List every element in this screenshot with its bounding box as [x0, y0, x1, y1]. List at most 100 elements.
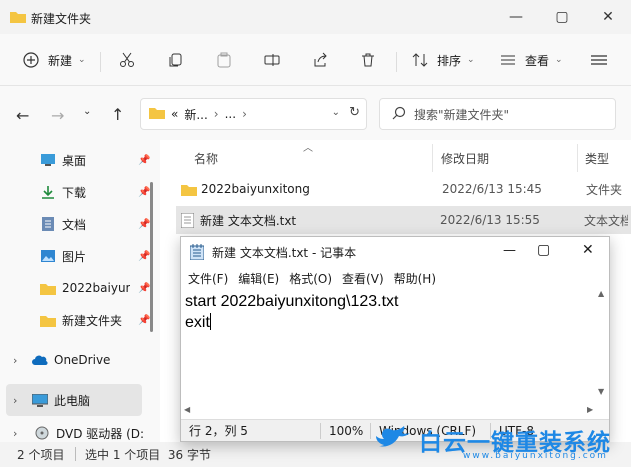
- file-name: 2022baiyunxitong: [201, 182, 310, 196]
- rename-button[interactable]: [261, 46, 283, 74]
- scroll-left-arrow[interactable]: ◀: [184, 405, 190, 414]
- sidebar-item-documents[interactable]: 文档 📌: [0, 208, 160, 240]
- scissors-icon: [116, 49, 138, 71]
- rename-icon: [261, 49, 283, 71]
- cursor-position: 行 2，列 5: [181, 422, 321, 439]
- zoom-level: 100%: [321, 422, 371, 439]
- sidebar-item-2022baiyun[interactable]: 2022baiyun 📌: [0, 272, 160, 304]
- close-button[interactable]: ✕: [585, 0, 631, 34]
- folder-icon: [40, 280, 56, 296]
- text-file-icon: [181, 212, 194, 228]
- notepad-window: 新建 文本文档.txt - 记事本 — ▢ ✕ 文件(F) 编辑(E) 格式(O…: [180, 236, 610, 442]
- sidebar-item-onedrive[interactable]: › OneDrive: [0, 344, 160, 376]
- column-header-name[interactable]: 名称: [194, 150, 218, 167]
- folder-icon: [149, 106, 165, 122]
- download-icon: [40, 184, 56, 200]
- notepad-text-area[interactable]: start 2022baiyunxitong\123.txt exit: [184, 289, 596, 409]
- search-icon: [392, 106, 406, 123]
- table-row-selected[interactable]: 新建 文本文档.txt 2022/6/13 15:55 文本文档: [176, 206, 631, 234]
- breadcrumb-separator: ›: [213, 107, 219, 121]
- chevron-down-icon: ⌄: [467, 55, 475, 65]
- scroll-up-arrow[interactable]: ▲: [598, 289, 604, 298]
- share-icon: [309, 49, 331, 71]
- paste-icon: [213, 49, 235, 71]
- back-arrow-icon[interactable]: ←: [16, 106, 29, 125]
- pin-icon: 📌: [138, 154, 151, 166]
- view-icon: [497, 49, 519, 71]
- search-box[interactable]: 搜索"新建文件夹": [379, 98, 616, 130]
- refresh-icon[interactable]: ↻: [349, 105, 360, 120]
- pin-icon: 📌: [138, 218, 151, 230]
- sidebar-item-label: 文档: [62, 217, 87, 232]
- search-input[interactable]: 搜索"新建文件夹": [414, 106, 509, 123]
- pin-icon: 📌: [138, 186, 151, 198]
- column-divider[interactable]: [432, 144, 433, 172]
- sidebar-item-label: 2022baiyun: [62, 281, 130, 295]
- view-button[interactable]: 查看 ⌄: [497, 46, 563, 74]
- notepad-title-bar: 新建 文本文档.txt - 记事本 — ▢ ✕: [181, 237, 609, 267]
- maximize-button[interactable]: ▢: [539, 0, 585, 34]
- sort-up-icon: ︿: [303, 143, 313, 154]
- menu-file[interactable]: 文件(F): [188, 270, 228, 287]
- title-bar: 新建文件夹 — ▢ ✕: [0, 0, 631, 34]
- share-button[interactable]: [309, 46, 331, 74]
- notepad-icon: [190, 244, 204, 260]
- sidebar-item-thispc[interactable]: › 此电脑: [6, 384, 142, 416]
- more-button[interactable]: [588, 46, 610, 74]
- sidebar-item-dvd[interactable]: › DVD 驱动器 (D:: [0, 424, 160, 442]
- menu-view[interactable]: 查看(V): [342, 270, 384, 287]
- breadcrumb-item[interactable]: ...: [225, 107, 236, 121]
- menu-edit[interactable]: 编辑(E): [238, 270, 279, 287]
- sidebar-scrollbar[interactable]: [150, 182, 153, 332]
- paste-button[interactable]: [213, 46, 235, 74]
- delete-button[interactable]: [357, 46, 379, 74]
- document-icon: [40, 216, 56, 232]
- sidebar-item-label: 桌面: [62, 153, 87, 168]
- chevron-right-icon[interactable]: ›: [13, 394, 17, 407]
- breadcrumb-overflow[interactable]: «: [171, 107, 178, 121]
- chevron-right-icon[interactable]: ›: [13, 354, 17, 367]
- sort-button[interactable]: 排序 ⌄: [409, 46, 475, 74]
- pin-icon: 📌: [138, 282, 151, 294]
- column-divider[interactable]: [577, 144, 578, 172]
- view-label: 查看: [525, 53, 550, 68]
- file-date: 2022/6/13 15:55: [440, 213, 540, 227]
- column-header-type[interactable]: 类型: [585, 150, 609, 167]
- file-date: 2022/6/13 15:45: [442, 182, 542, 196]
- computer-icon: [32, 392, 48, 408]
- text-line-2: exit: [185, 313, 211, 331]
- desktop-icon: [40, 152, 56, 168]
- copy-button[interactable]: [165, 46, 187, 74]
- column-header-date[interactable]: 修改日期: [441, 150, 489, 167]
- maximize-button[interactable]: ▢: [537, 242, 550, 258]
- selected-info: 选中 1 个项目 36 字节: [85, 448, 211, 462]
- address-bar[interactable]: « 新... › ... › ⌄ ↻: [140, 98, 367, 130]
- scroll-right-arrow[interactable]: ▶: [587, 405, 593, 414]
- chevron-right-icon[interactable]: ›: [13, 427, 17, 440]
- breadcrumb-item[interactable]: 新...: [184, 106, 207, 123]
- sidebar-item-downloads[interactable]: 下载 📌: [0, 176, 160, 208]
- sort-icon: [409, 49, 431, 71]
- close-button[interactable]: ✕: [582, 242, 594, 258]
- bird-logo-icon: [375, 422, 415, 461]
- sidebar-item-pictures[interactable]: 图片 📌: [0, 240, 160, 272]
- recent-chevron-icon[interactable]: ⌄: [83, 106, 91, 117]
- sidebar-item-label: 下载: [62, 185, 87, 200]
- forward-arrow-icon[interactable]: →: [51, 106, 64, 125]
- cut-button[interactable]: [116, 46, 138, 74]
- sidebar-item-label: OneDrive: [54, 353, 111, 367]
- folder-icon: [10, 10, 26, 23]
- menu-help[interactable]: 帮助(H): [394, 270, 436, 287]
- new-button[interactable]: 新建 ⌄: [20, 46, 86, 74]
- minimize-button[interactable]: —: [503, 243, 516, 258]
- up-arrow-icon[interactable]: ↑: [111, 105, 124, 124]
- separator: [100, 52, 101, 72]
- address-dropdown-icon[interactable]: ⌄: [332, 107, 340, 118]
- minimize-button[interactable]: —: [493, 0, 539, 34]
- sidebar-item-desktop[interactable]: 桌面 📌: [0, 144, 160, 176]
- sidebar-item-new-folder[interactable]: 新建文件夹 📌: [0, 304, 160, 336]
- scroll-down-arrow[interactable]: ▼: [598, 387, 604, 396]
- table-row[interactable]: 2022baiyunxitong 2022/6/13 15:45 文件夹: [176, 175, 631, 203]
- menu-format[interactable]: 格式(O): [289, 270, 332, 287]
- sidebar-item-label: 此电脑: [54, 393, 91, 408]
